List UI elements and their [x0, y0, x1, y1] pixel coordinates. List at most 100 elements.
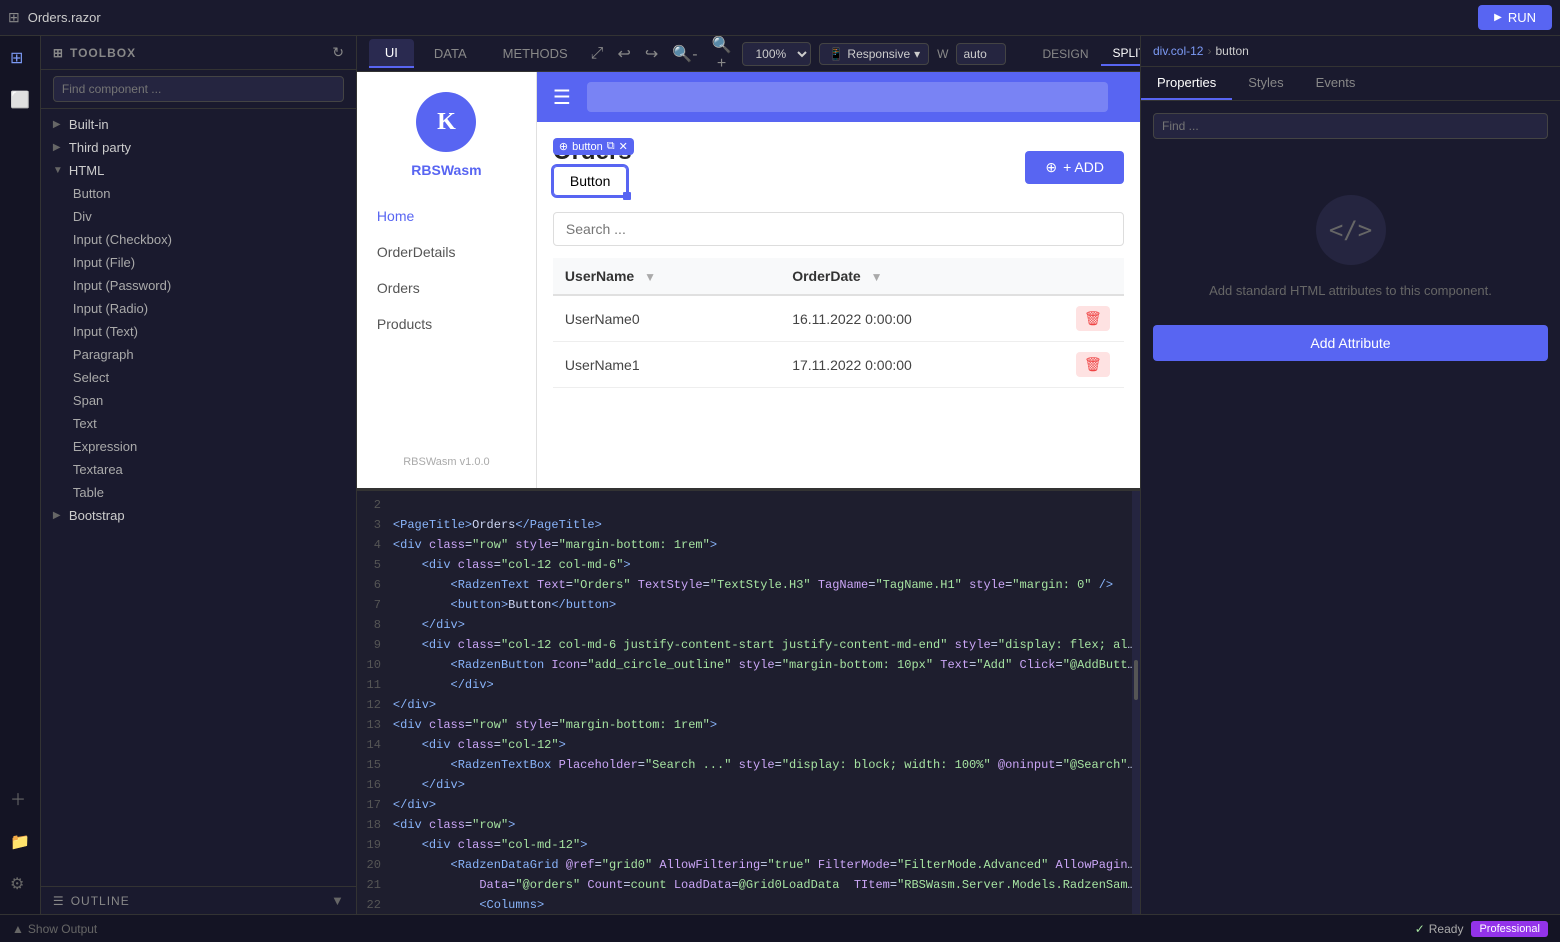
- add-attribute-button[interactable]: Add Attribute: [1153, 325, 1548, 361]
- tab-events[interactable]: Events: [1300, 67, 1372, 100]
- tab-methods[interactable]: METHODS: [487, 40, 584, 67]
- tree-item-span[interactable]: Span: [41, 389, 356, 412]
- tree-item-textarea[interactable]: Textarea: [41, 458, 356, 481]
- code-editor: 23<PageTitle>Orders</PageTitle>4<div cla…: [357, 488, 1140, 915]
- add-button[interactable]: ⊕ + ADD: [1025, 151, 1124, 184]
- selected-button[interactable]: Button: [553, 166, 627, 196]
- code-line: 10 <RadzenButton Icon="add_circle_outlin…: [357, 655, 1140, 675]
- code-line: 3<PageTitle>Orders</PageTitle>: [357, 515, 1140, 535]
- toolbox-search-input[interactable]: [53, 76, 344, 102]
- search-input[interactable]: [553, 212, 1124, 246]
- breadcrumb-separator: ›: [1207, 44, 1211, 58]
- zoom-in-button[interactable]: 🔍+: [709, 36, 735, 76]
- tree-item-div[interactable]: Div: [41, 205, 356, 228]
- tab-properties[interactable]: Properties: [1141, 67, 1232, 100]
- split-tab-button[interactable]: SPLIT: [1101, 42, 1141, 66]
- toolbox-title-text: TOOLBOX: [70, 46, 136, 60]
- properties-search-input[interactable]: [1153, 113, 1548, 139]
- tree-item-paragraph[interactable]: Paragraph: [41, 343, 356, 366]
- fullscreen-button[interactable]: ⤢: [588, 42, 607, 66]
- responsive-select[interactable]: 📱 Responsive ▾: [819, 43, 929, 65]
- data-table: UserName ▼ OrderDate ▼: [553, 258, 1124, 388]
- folder-icon[interactable]: 📁: [6, 828, 34, 856]
- tab-ui[interactable]: UI: [369, 39, 414, 68]
- tree-item-built-in[interactable]: ▶ Built-in: [41, 113, 356, 136]
- show-output-label: Show Output: [28, 922, 97, 936]
- line-code: <div class="col-12 col-md-6">: [393, 555, 1140, 575]
- components-icon[interactable]: ⊞: [6, 44, 34, 72]
- code-line: 11 </div>: [357, 675, 1140, 695]
- tree-item-input-file[interactable]: Input (File): [41, 251, 356, 274]
- edition-badge: Professional: [1471, 921, 1548, 937]
- outline-section: ☰ OUTLINE ▼: [41, 886, 356, 914]
- design-tab-button[interactable]: DESIGN: [1030, 42, 1100, 66]
- undo-button[interactable]: ↩: [614, 41, 633, 67]
- tab-data[interactable]: DATA: [418, 40, 483, 67]
- right-content: </> Add standard HTML attributes to this…: [1141, 101, 1560, 914]
- delete-button[interactable]: 🗑: [1076, 352, 1110, 377]
- line-code: </div>: [393, 675, 1140, 695]
- tree-item-input-checkbox[interactable]: Input (Checkbox): [41, 228, 356, 251]
- chevron-down-icon[interactable]: ▼: [331, 893, 344, 908]
- pages-icon[interactable]: ⬜: [6, 86, 34, 114]
- line-number: 20: [357, 855, 393, 875]
- show-output-toggle[interactable]: ▲ Show Output: [12, 922, 97, 936]
- scroll-bar-track[interactable]: [1132, 491, 1140, 915]
- delete-button[interactable]: 🗑: [1076, 306, 1110, 331]
- nav-item-orders[interactable]: Orders: [357, 270, 536, 306]
- tree-leaf-label: Input (File): [73, 255, 135, 270]
- tree-item-input-password[interactable]: Input (Password): [41, 274, 356, 297]
- redo-button[interactable]: ↪: [642, 41, 661, 67]
- zoom-select[interactable]: 100%: [742, 42, 811, 66]
- tab-styles[interactable]: Styles: [1232, 67, 1299, 100]
- file-title: Orders.razor: [28, 10, 101, 25]
- arrow-icon: ▶: [53, 510, 63, 521]
- top-bar: ⊞ Orders.razor ▶ RUN: [0, 0, 1560, 36]
- tree-item-input-text[interactable]: Input (Text): [41, 320, 356, 343]
- scroll-indicator[interactable]: [1134, 660, 1138, 700]
- tree-item-third-party[interactable]: ▶ Third party: [41, 136, 356, 159]
- line-code: <RadzenText Text="Orders" TextStyle="Tex…: [393, 575, 1140, 595]
- toolbox-refresh-button[interactable]: ↻: [332, 44, 344, 61]
- hamburger-icon[interactable]: ☰: [553, 85, 571, 110]
- tree-item-html[interactable]: ▼ HTML: [41, 159, 356, 182]
- line-code: <button>Button</button>: [393, 595, 1140, 615]
- orderdate-filter-icon[interactable]: ▼: [871, 270, 883, 284]
- button-delete-icon[interactable]: ✕: [619, 140, 628, 153]
- tree-item-text[interactable]: Text: [41, 412, 356, 435]
- width-input[interactable]: [956, 43, 1006, 65]
- breadcrumb-parent[interactable]: div.col-12: [1153, 44, 1203, 58]
- tree-label: HTML: [69, 163, 104, 178]
- line-number: 19: [357, 835, 393, 855]
- line-code: <div class="col-12 col-md-6 justify-cont…: [393, 635, 1140, 655]
- username-filter-icon[interactable]: ▼: [644, 270, 656, 284]
- app-main: ☰ Orders ⊕ button: [537, 72, 1140, 488]
- cell-actions: 🗑: [1064, 342, 1124, 388]
- add-icon[interactable]: ＋: [6, 782, 34, 814]
- app-name: RBSWasm: [411, 162, 481, 178]
- nav-item-orderdetails[interactable]: OrderDetails: [357, 234, 536, 270]
- tree-leaf-label: Input (Radio): [73, 301, 148, 316]
- button-copy-icon[interactable]: ⧉: [607, 140, 615, 153]
- tree-item-table[interactable]: Table: [41, 481, 356, 504]
- run-button[interactable]: ▶ RUN: [1478, 5, 1552, 30]
- preview-area: K RBSWasm Home OrderDetails Orders Produ…: [357, 72, 1140, 488]
- breadcrumb-current: button: [1215, 44, 1248, 58]
- tree-item-input-radio[interactable]: Input (Radio): [41, 297, 356, 320]
- nav-items: Home OrderDetails Orders Products: [357, 198, 536, 342]
- zoom-out-button[interactable]: 🔍-: [669, 41, 700, 67]
- arrow-icon: ▶: [53, 119, 63, 130]
- resize-handle[interactable]: [623, 192, 631, 200]
- settings-icon[interactable]: ⚙: [6, 870, 34, 898]
- right-breadcrumb: div.col-12 › button: [1141, 36, 1560, 67]
- nav-item-products[interactable]: Products: [357, 306, 536, 342]
- topbar-search: [587, 82, 1108, 112]
- tree-item-expression[interactable]: Expression: [41, 435, 356, 458]
- toolbox-panel: ⊞ TOOLBOX ↻ ▶ Built-in ▶ Third party ▼ H…: [41, 36, 357, 914]
- tree-item-select[interactable]: Select: [41, 366, 356, 389]
- nav-item-home[interactable]: Home: [357, 198, 536, 234]
- tree-item-bootstrap[interactable]: ▶ Bootstrap: [41, 504, 356, 527]
- tree-label: Built-in: [69, 117, 109, 132]
- tree-item-button[interactable]: Button: [41, 182, 356, 205]
- center-panel: UI DATA METHODS ⤢ ↩ ↪ 🔍- 🔍+ 100% 📱 Respo…: [357, 36, 1140, 914]
